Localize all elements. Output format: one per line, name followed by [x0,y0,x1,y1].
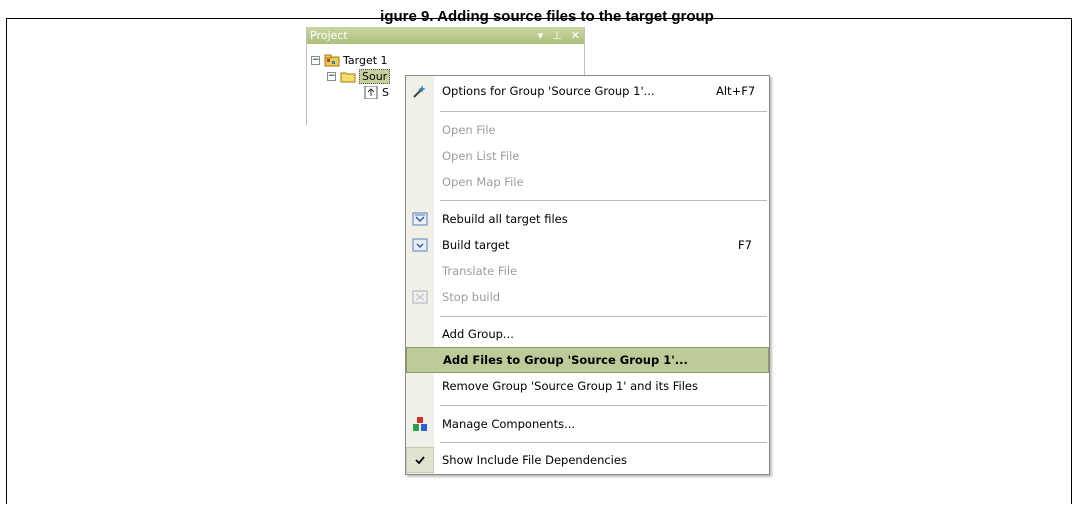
menu-item-shortcut: Alt+F7 [716,84,756,98]
menu-separator [440,442,767,443]
collapse-icon[interactable]: − [311,55,320,65]
options-wand-icon [406,78,434,104]
tree-label-file: S [382,85,389,99]
project-pane-title: Project [310,29,348,42]
tree-label-source-group: Sour [359,68,391,84]
menu-item-icon-slot [406,117,434,143]
menu-item-shortcut: F7 [738,238,752,252]
menu-item-options-for-group[interactable]: Options for Group 'Source Group 1'... Al… [406,78,769,104]
menu-item-remove-group[interactable]: Remove Group 'Source Group 1' and its Fi… [406,373,769,399]
menu-separator [440,200,767,201]
context-menu: Options for Group 'Source Group 1'... Al… [405,75,770,475]
checkmark-icon [406,447,434,473]
source-file-icon [364,85,378,99]
menu-item-label: Show Include File Dependencies [442,453,627,467]
menu-item-icon-slot [406,321,434,347]
menu-item-label: Remove Group 'Source Group 1' and its Fi… [442,379,698,393]
menu-separator [440,111,767,112]
menu-item-stop-build[interactable]: Stop build [406,284,769,310]
menu-separator [440,316,767,317]
menu-item-open-list-file[interactable]: Open List File [406,143,769,169]
menu-item-label: Add Files to Group 'Source Group 1'... [443,353,688,367]
target-folder-icon [324,54,340,66]
menu-item-label: Open File [442,123,496,137]
project-pane-title-bar: Project ▾ ⊥ ✕ [307,27,584,44]
menu-item-icon-slot [406,258,434,284]
tree-item-source-group[interactable]: − Sour [327,68,391,84]
menu-item-label: Open Map File [442,175,524,189]
menu-item-label: Open List File [442,149,520,163]
menu-item-open-file[interactable]: Open File [406,117,769,143]
menu-separator [440,405,767,406]
menu-item-add-files-to-group[interactable]: Add Files to Group 'Source Group 1'... [406,347,769,373]
menu-item-label: Add Group... [442,327,514,341]
menu-item-show-include-dependencies[interactable]: Show Include File Dependencies [406,447,769,473]
menu-item-open-map-file[interactable]: Open Map File [406,169,769,195]
pin-icon[interactable]: ⊥ [552,27,562,44]
build-icon [406,232,434,258]
components-icon [406,411,434,437]
menu-item-label: Build target [442,238,510,252]
tree-label-target: Target 1 [343,53,388,67]
menu-item-manage-components[interactable]: Manage Components... [406,411,769,437]
tree-item-target[interactable]: − Target 1 [311,52,388,68]
menu-item-label: Manage Components... [442,417,576,431]
figure-caption: igure 9. Adding source files to the targ… [380,8,714,25]
dropdown-icon[interactable]: ▾ [538,27,544,44]
folder-icon [340,72,356,82]
menu-item-icon-slot [406,143,434,169]
menu-item-add-group[interactable]: Add Group... [406,321,769,347]
stop-build-icon [406,284,434,310]
menu-item-label: Stop build [442,290,501,304]
collapse-icon[interactable]: − [327,71,336,81]
menu-item-label: Rebuild all target files [442,212,568,226]
tree-item-file[interactable]: S [363,84,389,100]
menu-item-icon-slot [407,347,435,373]
menu-item-translate-file[interactable]: Translate File [406,258,769,284]
close-icon[interactable]: ✕ [571,27,580,44]
rebuild-icon [406,206,434,232]
menu-item-build-target[interactable]: Build target F7 [406,232,769,258]
menu-item-icon-slot [406,169,434,195]
menu-item-rebuild-all[interactable]: Rebuild all target files [406,206,769,232]
menu-item-label: Translate File [442,264,518,278]
menu-item-icon-slot [406,373,434,399]
